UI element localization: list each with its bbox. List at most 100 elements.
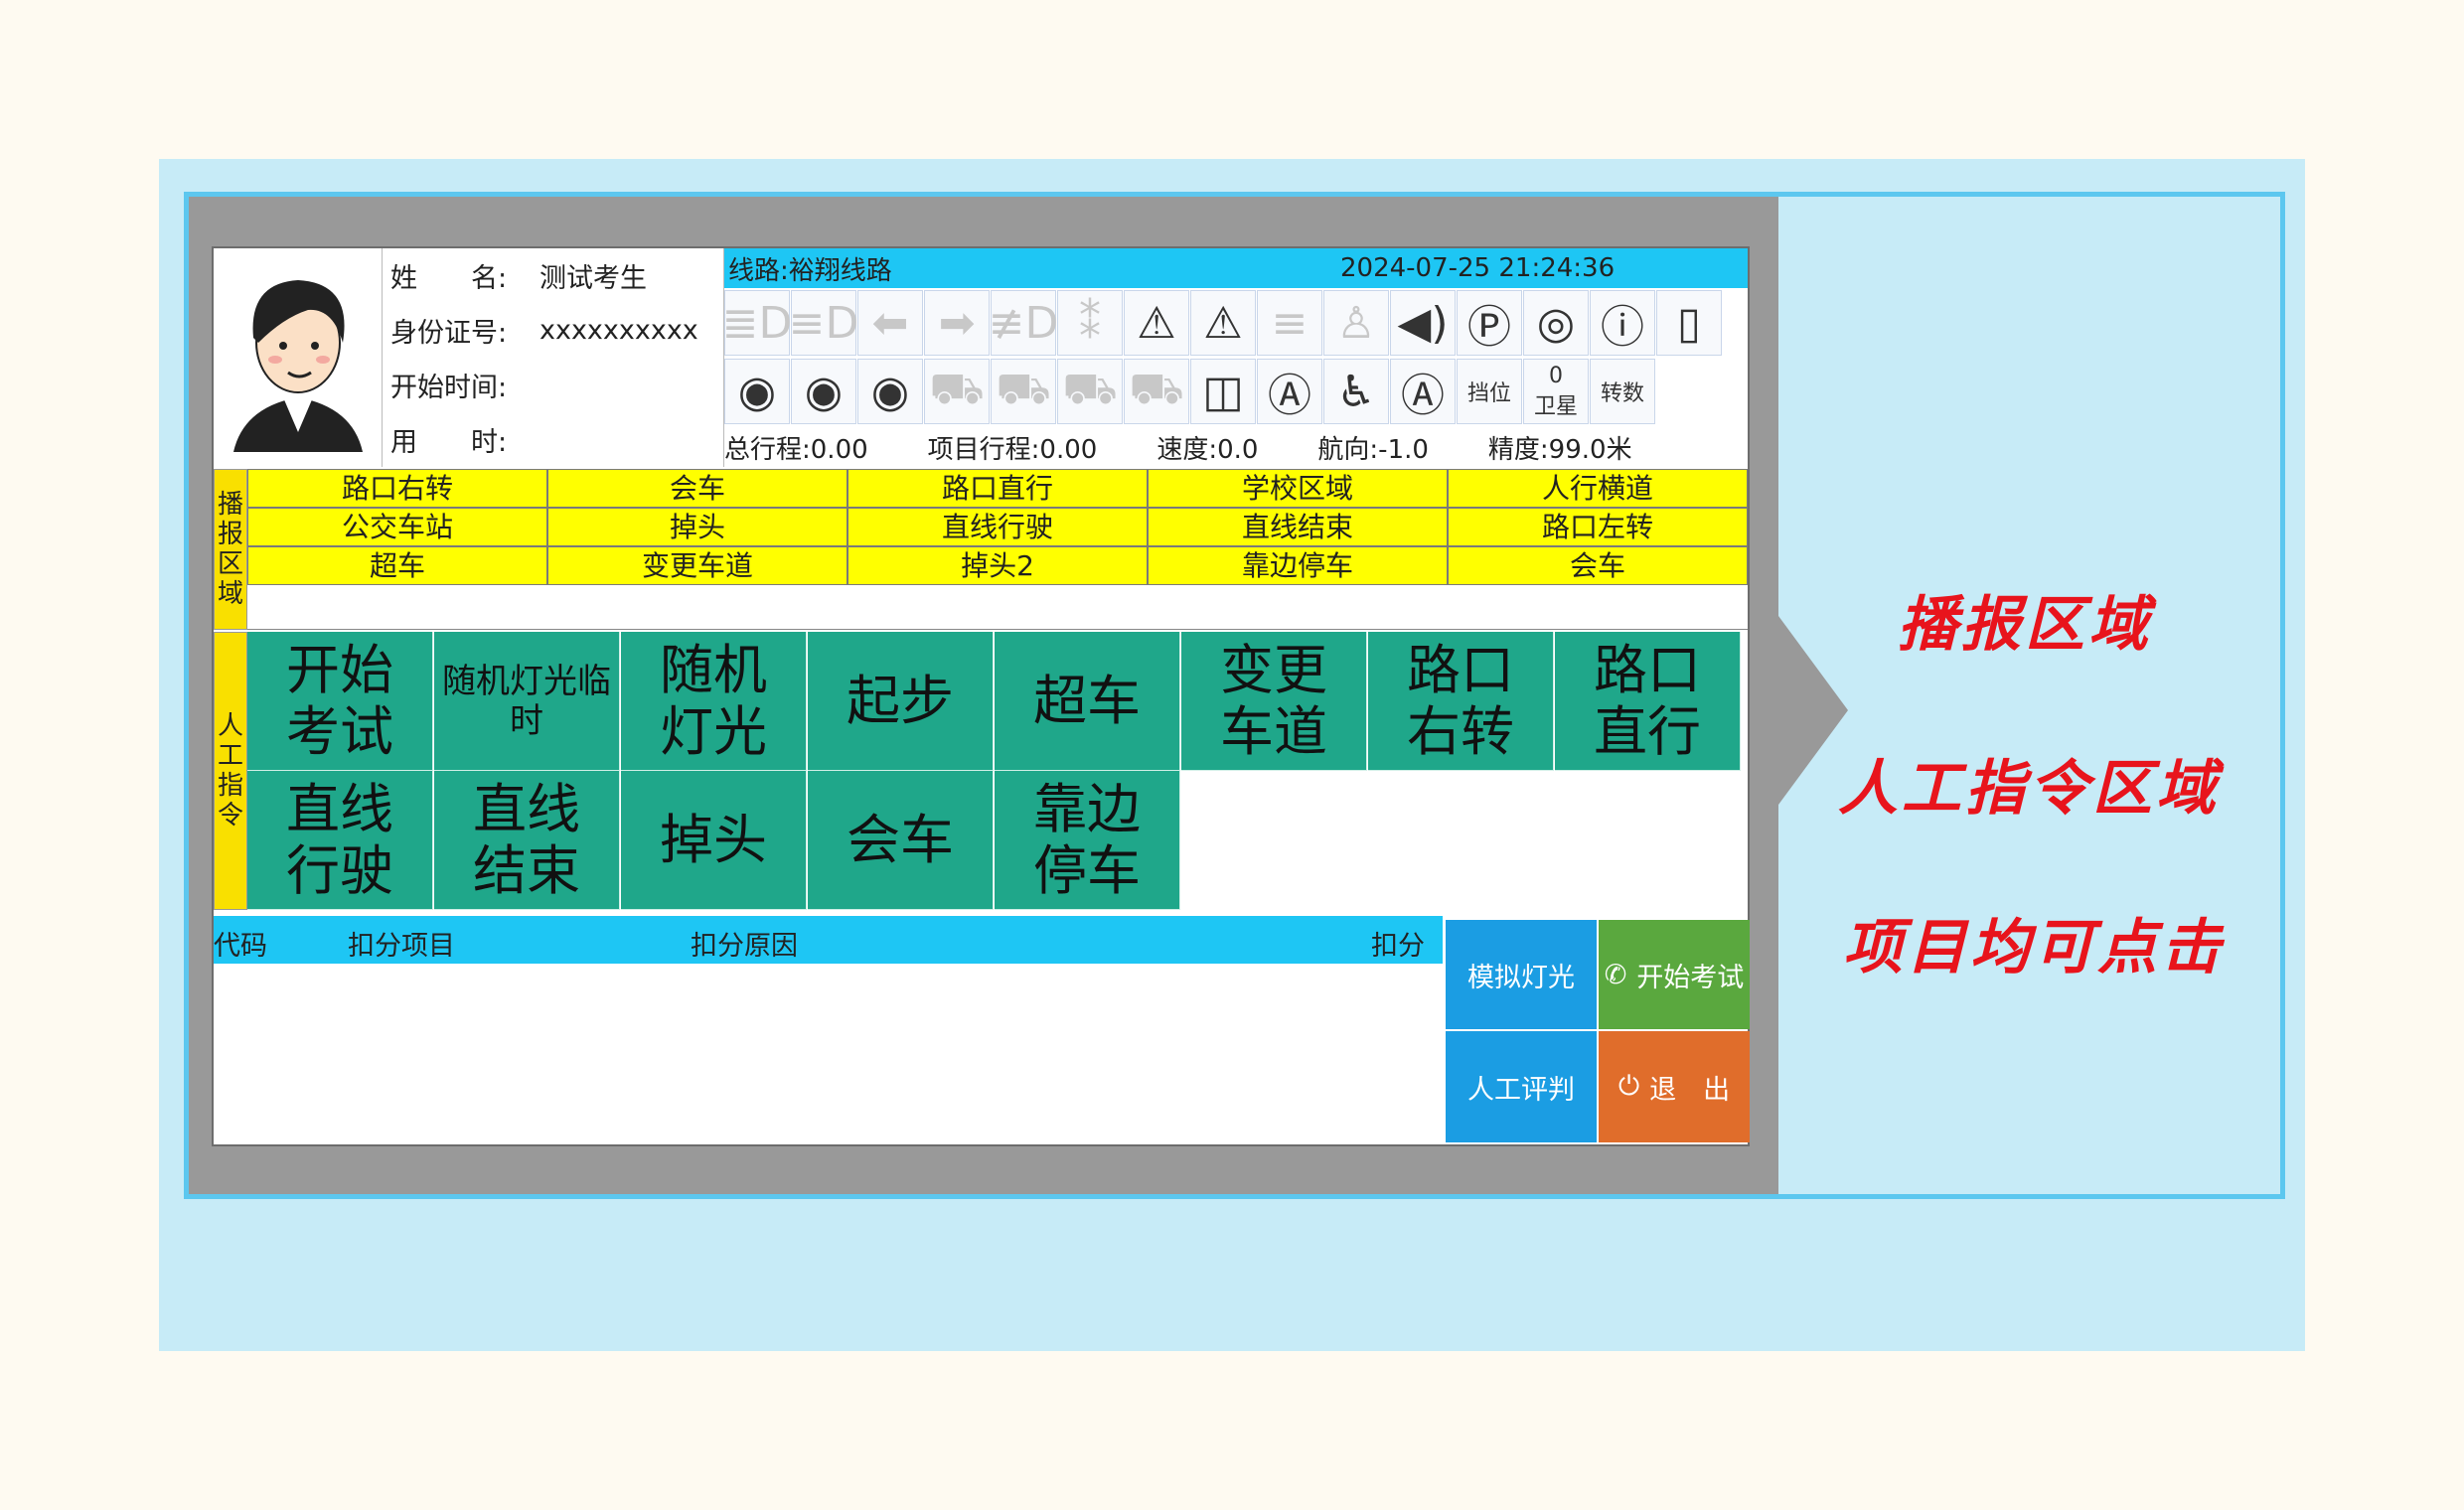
- accuracy: 精度:99.0米: [1487, 434, 1632, 465]
- broadcast-item[interactable]: 会车: [547, 469, 847, 508]
- mirror-icon: ◫: [1190, 359, 1256, 424]
- command-empty-slot: [1555, 771, 1741, 910]
- broadcast-item[interactable]: 掉头2: [847, 546, 1148, 585]
- power-icon: ⏻: [1617, 1071, 1640, 1102]
- route-label: 线路:裕翔线路: [728, 255, 892, 286]
- command-button[interactable]: 超车: [995, 632, 1180, 771]
- satellite-indicator: 0 卫星: [1523, 359, 1589, 424]
- broadcast-item[interactable]: 会车: [1448, 546, 1748, 585]
- parking-brake-icon: Ⓟ: [1457, 290, 1522, 356]
- id-row: 身份证号: xxxxxxxxxx: [383, 303, 723, 358]
- auto-b-icon: Ⓐ: [1390, 359, 1456, 424]
- rpm-indicator-label: 转数: [1600, 381, 1644, 406]
- command-button[interactable]: 路口 直行: [1555, 632, 1741, 771]
- broadcast-item[interactable]: 靠边停车: [1148, 546, 1448, 585]
- horn-icon: ◀): [1390, 290, 1456, 356]
- broadcast-item[interactable]: 学校区域: [1148, 469, 1448, 508]
- command-button[interactable]: 掉头: [621, 771, 807, 910]
- simulate-lights-label: 模拟灯光: [1467, 962, 1575, 993]
- high-beam-icon: ≣D: [722, 290, 792, 356]
- broadcast-item[interactable]: 掉头: [547, 508, 847, 546]
- command-button[interactable]: 开始 考试: [247, 632, 433, 771]
- broadcast-item[interactable]: 超车: [247, 546, 547, 585]
- brake-icon: ◎: [1523, 290, 1589, 356]
- car-1-icon: ⛟: [924, 359, 990, 424]
- student-photo: [214, 248, 383, 467]
- command-button[interactable]: 直线 行驶: [247, 771, 433, 910]
- exit-button[interactable]: ⏻ 退 出: [1599, 1031, 1750, 1142]
- broadcast-item[interactable]: 变更车道: [547, 546, 847, 585]
- command-empty-slot: [1368, 771, 1554, 910]
- col-item: 扣分项目: [348, 931, 455, 962]
- fog-light-icon: ≢D: [989, 290, 1058, 356]
- deduction-header: 代码 扣分项目 扣分原因 扣分: [214, 916, 1443, 964]
- manual-judge-button[interactable]: 人工评判: [1446, 1031, 1597, 1142]
- rpm-indicator: 转数: [1590, 359, 1655, 424]
- command-button[interactable]: 起步: [808, 632, 994, 771]
- broadcast-blank-row: [247, 588, 1748, 630]
- command-button[interactable]: 随机 灯光: [621, 632, 807, 771]
- deduction-list: [214, 964, 1443, 1144]
- gear-indicator-label: 挡位: [1466, 381, 1511, 406]
- command-button[interactable]: 路口 右转: [1368, 632, 1554, 771]
- engine-temp-icon: ⓘ: [1590, 290, 1655, 356]
- col-code: 代码: [214, 931, 267, 962]
- broadcast-item[interactable]: 直线结束: [1148, 508, 1448, 546]
- gauge-2-icon: ◉: [791, 359, 856, 424]
- callout-commands: 人工指令区域: [1838, 754, 2220, 824]
- heading: 航向:-1.0: [1317, 434, 1429, 465]
- speed: 速度:0.0: [1156, 434, 1259, 465]
- name-row: 姓 名: 测试考生: [383, 248, 723, 303]
- start-time-label: 开始时间:: [390, 373, 508, 403]
- low-beam-icon: ≡D: [789, 290, 858, 356]
- broadcast-label-char: 播: [217, 490, 243, 520]
- broadcast-side-label: 播报区域: [214, 469, 247, 630]
- start-exam-button[interactable]: ✆ 开始考试: [1599, 920, 1750, 1029]
- car-4-icon: ⛟: [1124, 359, 1189, 424]
- commands-label-char: 令: [217, 801, 243, 830]
- gauge-3-icon: ◉: [857, 359, 923, 424]
- broadcast-item[interactable]: 人行横道: [1448, 469, 1748, 508]
- broadcast-item[interactable]: 公交车站: [247, 508, 547, 546]
- start-time-row: 开始时间:: [383, 358, 723, 412]
- route-bar: 线路:裕翔线路 2024-07-25 21:24:36: [724, 248, 1748, 288]
- simulate-lights-button[interactable]: 模拟灯光: [1446, 920, 1597, 1029]
- command-button[interactable]: 直线 结束: [434, 771, 620, 910]
- name-value: 测试考生: [539, 263, 647, 294]
- position-light-icon: ≡: [1257, 290, 1322, 356]
- status-icons-row-2: ◉ ◉ ◉ ⛟ ⛟ ⛟ ⛟ ◫ Ⓐ ♿ Ⓐ 挡位 0 卫星 转数: [724, 359, 1655, 426]
- gauge-1-icon: ◉: [724, 359, 790, 424]
- callout-broadcast: 播报区域: [1898, 590, 2152, 660]
- broadcast-item[interactable]: 路口右转: [247, 469, 547, 508]
- student-info: 姓 名: 测试考生 身份证号: xxxxxxxxxx 开始时间: 用 时:: [383, 248, 724, 467]
- stats-row: 总行程:0.00 项目行程:0.00 速度:0.0 航向:-1.0 精度:99.…: [724, 427, 1748, 467]
- broadcast-item[interactable]: 直线行驶: [847, 508, 1148, 546]
- exit-label: 退 出: [1649, 1074, 1731, 1106]
- name-label: 姓 名:: [390, 263, 508, 294]
- command-button[interactable]: 随机灯光临时: [434, 632, 620, 771]
- datetime: 2024-07-25 21:24:36: [1340, 253, 1616, 283]
- commands-label-char: 工: [217, 741, 243, 771]
- command-button[interactable]: 靠边 停车: [995, 771, 1180, 910]
- commands-label-char: 人: [217, 711, 243, 741]
- car-2-icon: ⛟: [991, 359, 1056, 424]
- broadcast-item[interactable]: 路口左转: [1448, 508, 1748, 546]
- commands-side-label: 人工指令: [214, 632, 247, 910]
- command-button[interactable]: 变更 车道: [1181, 632, 1367, 771]
- broadcast-item[interactable]: 路口直行: [847, 469, 1148, 508]
- auto-a-icon: Ⓐ: [1257, 359, 1322, 424]
- id-label: 身份证号:: [390, 318, 508, 349]
- left-turn-icon: ⬅: [857, 290, 923, 356]
- seat-icon: ♿: [1323, 359, 1389, 424]
- total-distance: 总行程:0.00: [724, 434, 868, 465]
- car-3-icon: ⛟: [1057, 359, 1123, 424]
- hazard-warning-icon: ⚠: [1190, 290, 1256, 356]
- commands-label-char: 指: [217, 771, 243, 801]
- exam-screen: 姓 名: 测试考生 身份证号: xxxxxxxxxx 开始时间: 用 时: 线路…: [212, 246, 1750, 1146]
- command-empty-slot: [1181, 771, 1367, 910]
- rear-fog-icon: ⁑: [1057, 290, 1123, 356]
- col-score: 扣分: [1371, 931, 1425, 962]
- command-button[interactable]: 会车: [808, 771, 994, 910]
- project-distance: 项目行程:0.00: [927, 434, 1098, 465]
- start-exam-label: 开始考试: [1636, 962, 1745, 993]
